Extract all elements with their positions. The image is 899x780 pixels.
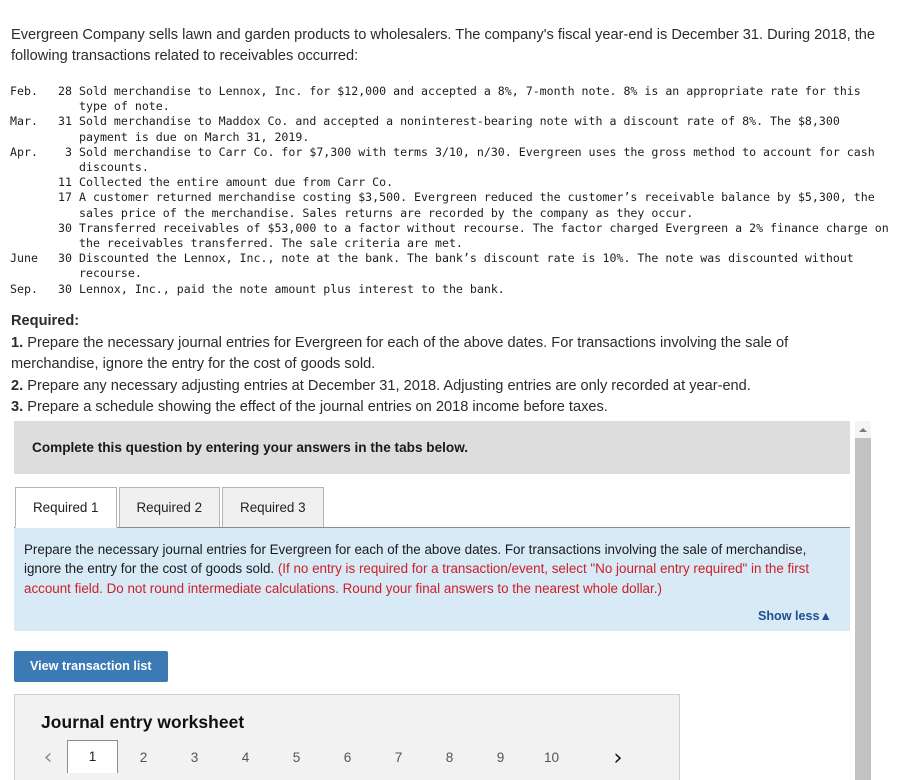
transaction-row: 30 Transferred receivables of $53,000 to … bbox=[10, 221, 890, 251]
worksheet-page-5[interactable]: 5 bbox=[271, 743, 322, 772]
vertical-scrollbar[interactable] bbox=[855, 421, 871, 780]
transaction-description: Lennox, Inc., paid the note amount plus … bbox=[79, 281, 505, 296]
transaction-description: Collected the entire amount due from Car… bbox=[79, 175, 394, 190]
worksheet-page-6[interactable]: 6 bbox=[322, 743, 373, 772]
instructions-infobox: Prepare the necessary journal entries fo… bbox=[14, 528, 850, 631]
required-item: 3. Prepare a schedule showing the effect… bbox=[11, 397, 871, 419]
required-heading: Required: bbox=[11, 313, 80, 329]
transaction-day: 3 bbox=[65, 144, 72, 159]
transaction-day: 11 bbox=[58, 175, 72, 190]
worksheet-page-1[interactable]: 1 bbox=[67, 740, 118, 773]
tab-required-1[interactable]: Required 1 bbox=[15, 487, 117, 528]
transaction-description: A customer returned merchandise costing … bbox=[79, 190, 882, 220]
transaction-day: 30 bbox=[58, 251, 72, 266]
transaction-month: Mar. bbox=[10, 114, 38, 129]
instructions-paragraph: Prepare the necessary journal entries fo… bbox=[24, 540, 834, 598]
transaction-day: 17 bbox=[58, 190, 72, 205]
chevron-right-icon[interactable]: › bbox=[599, 743, 637, 773]
required-item-number: 3. bbox=[11, 399, 24, 415]
transaction-list: Feb. 28 Sold merchandise to Lennox, Inc. f… bbox=[10, 84, 890, 297]
tab-required-2[interactable]: Required 2 bbox=[118, 487, 221, 527]
required-item-text: Prepare a schedule showing the effect of… bbox=[23, 399, 608, 415]
transaction-month: June bbox=[10, 251, 38, 266]
tab-strip: Required 1 Required 2 Required 3 bbox=[14, 487, 850, 528]
required-item-number: 1. bbox=[11, 334, 24, 351]
worksheet-pager: ‹ 1 2 3 4 5 6 7 8 9 10 › bbox=[15, 740, 679, 773]
scrollbar-thumb[interactable] bbox=[855, 438, 871, 780]
required-item: 2. Prepare any necessary adjusting entri… bbox=[11, 376, 871, 398]
transaction-row: 11 Collected the entire amount due from C… bbox=[10, 175, 890, 190]
worksheet-page-7[interactable]: 7 bbox=[373, 743, 424, 772]
required-item-text: Prepare any necessary adjusting entries … bbox=[23, 377, 751, 394]
transaction-description: Sold merchandise to Lennox, Inc. for $12… bbox=[79, 84, 868, 114]
transaction-row: 17 A customer returned merchandise costin… bbox=[10, 190, 890, 220]
transaction-row: Sep. 30 Lennox, Inc., paid the note amount… bbox=[10, 282, 890, 297]
required-item-text: Prepare the necessary journal entries fo… bbox=[11, 334, 789, 373]
widget-header: Complete this question by entering your … bbox=[14, 421, 850, 474]
problem-intro-text: Evergreen Company sells lawn and garden … bbox=[11, 27, 876, 64]
worksheet-page-10[interactable]: 10 bbox=[526, 743, 577, 772]
worksheet-page-2[interactable]: 2 bbox=[118, 743, 169, 772]
transaction-row: June 30 Discounted the Lennox, Inc., note … bbox=[10, 251, 890, 281]
transaction-description: Transferred receivables of $53,000 to a … bbox=[79, 220, 896, 251]
transaction-day: 30 bbox=[58, 220, 72, 235]
transaction-row: Mar. 31 Sold merchandise to Maddox Co. and… bbox=[10, 114, 890, 144]
chevron-left-icon[interactable]: ‹ bbox=[29, 743, 67, 773]
scroll-up-arrow-icon[interactable] bbox=[855, 421, 871, 438]
required-item-number: 2. bbox=[11, 377, 24, 394]
transaction-day: 31 bbox=[58, 114, 72, 129]
transaction-month: Sep. bbox=[10, 281, 38, 296]
transaction-month: Feb. bbox=[10, 84, 38, 98]
worksheet-page-9[interactable]: 9 bbox=[475, 743, 526, 772]
question-widget: Complete this question by entering your … bbox=[14, 421, 850, 631]
transaction-day: 28 bbox=[58, 84, 72, 98]
transaction-row: Apr. 3 Sold merchandise to Carr Co. for $7… bbox=[10, 145, 890, 175]
transaction-day: 30 bbox=[58, 281, 72, 296]
show-less-toggle[interactable]: Show less▲ bbox=[758, 609, 832, 623]
required-block: Required: 1. Prepare the necessary journ… bbox=[11, 311, 871, 419]
tab-required-3[interactable]: Required 3 bbox=[222, 487, 324, 527]
required-items: 1. Prepare the necessary journal entries… bbox=[11, 333, 871, 419]
worksheet-page-4[interactable]: 4 bbox=[220, 743, 271, 772]
transaction-row: Feb. 28 Sold merchandise to Lennox, Inc. f… bbox=[10, 84, 890, 114]
transaction-description: Sold merchandise to Maddox Co. and accep… bbox=[79, 114, 847, 144]
worksheet-page-3[interactable]: 3 bbox=[169, 743, 220, 772]
worksheet-title: Journal entry worksheet bbox=[41, 712, 245, 732]
required-item: 1. Prepare the necessary journal entries… bbox=[11, 333, 871, 376]
transaction-description: Sold merchandise to Carr Co. for $7,300 … bbox=[79, 144, 882, 175]
transaction-month: Apr. bbox=[10, 144, 38, 159]
view-transaction-list-button[interactable]: View transaction list bbox=[14, 651, 168, 682]
journal-entry-worksheet-panel: Journal entry worksheet ‹ 1 2 3 4 5 6 7 8 9 10 › bbox=[14, 694, 680, 780]
worksheet-page-8[interactable]: 8 bbox=[424, 743, 475, 772]
transaction-description: Discounted the Lennox, Inc., note at the… bbox=[79, 251, 861, 281]
